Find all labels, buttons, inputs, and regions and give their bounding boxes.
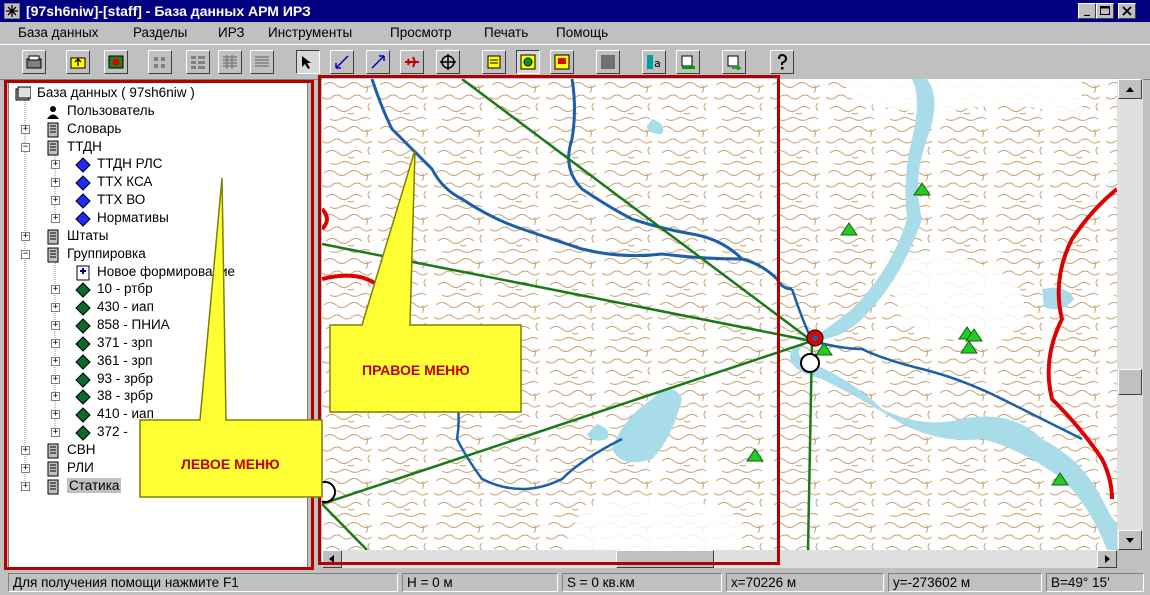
- map-button[interactable]: [104, 50, 128, 74]
- status-help: Для получения помощи нажмите F1: [8, 573, 398, 592]
- menu-tools[interactable]: Инструменты: [268, 25, 352, 40]
- export-icon: [727, 55, 742, 70]
- note-yellow-icon: [487, 55, 501, 69]
- grid-small-icon: [154, 57, 165, 68]
- app-system-icon[interactable]: [4, 3, 20, 19]
- stop-button[interactable]: [596, 50, 620, 74]
- maximize-icon: [1100, 6, 1110, 15]
- status-b: B=49° 15': [1046, 573, 1144, 592]
- minimize-button[interactable]: _: [1078, 2, 1096, 19]
- layer-icon: [554, 54, 570, 70]
- grid-small-button[interactable]: [148, 50, 172, 74]
- radar-icon: [520, 54, 536, 70]
- note-yellow-button[interactable]: [482, 50, 506, 74]
- status-area: S = 0 кв.км: [562, 573, 722, 592]
- scroll-up-icon: [1126, 87, 1134, 92]
- aircraft-button[interactable]: [400, 50, 424, 74]
- text-tool-button[interactable]: a: [642, 50, 666, 74]
- text-tool-icon: a: [647, 55, 661, 70]
- crosshair-button[interactable]: [436, 50, 460, 74]
- export-button[interactable]: [722, 50, 746, 74]
- grid-large-button[interactable]: [218, 50, 242, 74]
- scroll-right-button[interactable]: [1097, 550, 1117, 568]
- list-button[interactable]: [250, 50, 274, 74]
- right-callout-label: ПРАВОЕ МЕНЮ: [362, 362, 470, 378]
- status-bar: Для получения помощи нажмите F1 H = 0 м …: [0, 571, 1150, 595]
- scroll-down-icon: [1126, 538, 1134, 543]
- scroll-right-icon: [1105, 555, 1110, 563]
- crosshair-icon: [440, 54, 456, 70]
- stop-icon: [601, 55, 615, 69]
- scroll-up-button[interactable]: [1118, 79, 1142, 99]
- help-button[interactable]: [770, 50, 794, 74]
- status-x: x=70226 м: [726, 573, 884, 592]
- vertical-scroll-thumb[interactable]: [1118, 369, 1142, 395]
- radar-button[interactable]: [516, 50, 540, 74]
- line-arrow-blue-button[interactable]: [330, 50, 354, 74]
- folder-up-icon: [70, 57, 86, 69]
- folder-up-button[interactable]: [66, 50, 90, 74]
- menu-print[interactable]: Печать: [484, 25, 528, 40]
- select-arrow-button[interactable]: [296, 50, 320, 74]
- close-button[interactable]: [1118, 3, 1136, 19]
- maximize-button[interactable]: [1096, 3, 1114, 19]
- grid-large-icon: [223, 55, 237, 69]
- menu-view[interactable]: Просмотр: [390, 25, 452, 40]
- scroll-down-button[interactable]: [1118, 530, 1142, 550]
- select-arrow-icon: [302, 56, 311, 69]
- line-arrow-icon: [371, 55, 385, 69]
- print-button[interactable]: [676, 50, 700, 74]
- title-bar[interactable]: [97sh6niw]-[staff] - База данных АРМ ИРЗ…: [0, 0, 1150, 22]
- help-icon: [778, 54, 788, 70]
- line-arrow-blue-icon: [335, 55, 349, 69]
- menu-irz[interactable]: ИРЗ: [218, 25, 245, 40]
- vertical-scrollbar[interactable]: [1117, 79, 1143, 550]
- line-arrow-button[interactable]: [366, 50, 390, 74]
- minimize-icon: _: [1084, 2, 1090, 16]
- svg-text:a: a: [654, 57, 661, 70]
- print-icon: [681, 55, 695, 69]
- layer-button[interactable]: [550, 50, 574, 74]
- close-icon: [1122, 6, 1132, 16]
- list-icon: [255, 56, 269, 67]
- menu-bar: База данных Разделы ИРЗ Инструменты Прос…: [0, 22, 1150, 44]
- menu-help[interactable]: Помощь: [556, 25, 608, 40]
- menu-database[interactable]: База данных: [18, 25, 98, 40]
- grid-medium-button[interactable]: [186, 50, 210, 74]
- right-menu-frame: [318, 75, 780, 565]
- open-icon: [26, 55, 42, 69]
- window-title: [97sh6niw]-[staff] - База данных АРМ ИРЗ: [26, 3, 311, 19]
- grid-medium-icon: [191, 56, 205, 69]
- status-y: y=-273602 м: [888, 573, 1042, 592]
- left-menu-frame: [4, 80, 314, 570]
- left-callout-label: ЛЕВОЕ МЕНЮ: [181, 456, 280, 472]
- aircraft-icon: [405, 56, 419, 68]
- menu-sections[interactable]: Разделы: [133, 25, 187, 40]
- map-icon: [108, 55, 124, 69]
- waypoint-marker[interactable]: [800, 353, 820, 373]
- status-height: H = 0 м: [402, 573, 558, 592]
- open-button[interactable]: [22, 50, 46, 74]
